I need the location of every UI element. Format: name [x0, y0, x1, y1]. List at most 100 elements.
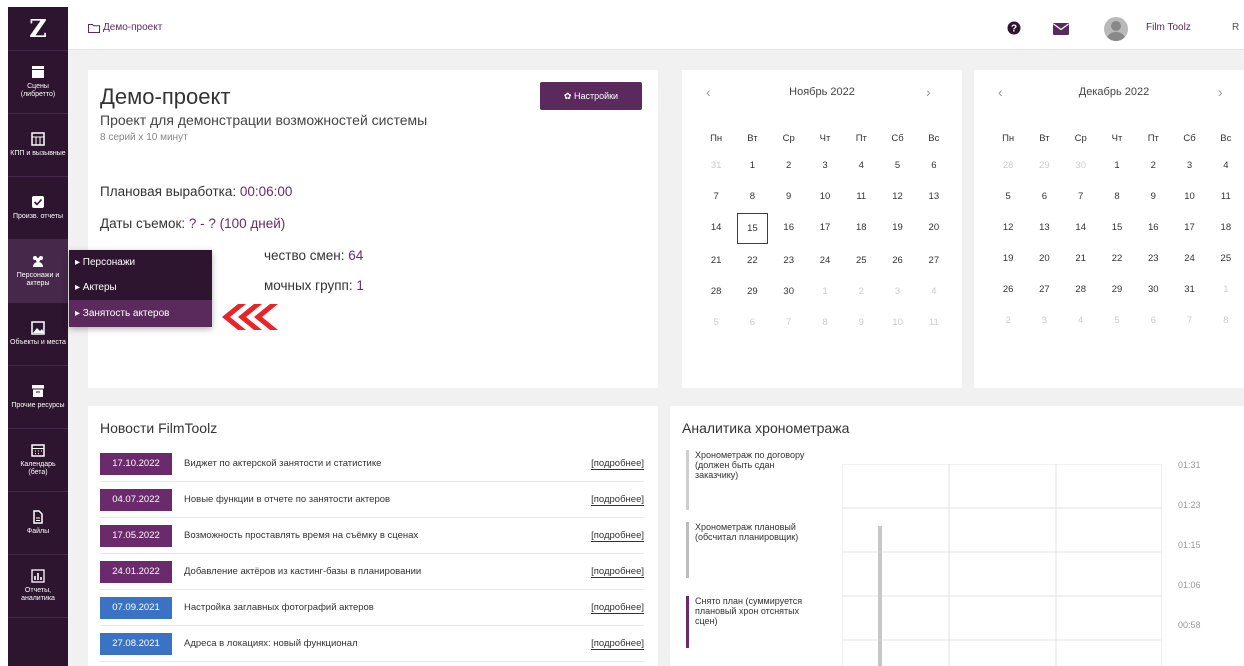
calendar-day[interactable]: 5 — [698, 307, 734, 338]
calendar-day[interactable]: 8 — [734, 181, 770, 212]
sidebar-item[interactable]: Объекты и места — [8, 303, 68, 366]
calendar-day[interactable]: 3 — [1026, 305, 1062, 336]
calendar-day[interactable]: 8 — [1099, 181, 1135, 212]
calendar-day[interactable]: 8 — [807, 307, 843, 338]
calendar-day[interactable]: 10 — [807, 181, 843, 212]
calendar-day[interactable]: 13 — [916, 181, 952, 212]
calendar-day[interactable]: 16 — [1135, 212, 1171, 243]
calendar-day[interactable]: 24 — [1171, 243, 1207, 274]
help-icon[interactable]: ? — [1007, 21, 1021, 35]
chevron-right-icon[interactable]: › — [1218, 84, 1223, 100]
submenu-item-actor-schedule[interactable]: ▸ Занятость актеров — [69, 300, 212, 327]
calendar-day[interactable]: 2 — [771, 150, 807, 181]
submenu-item-characters[interactable]: ▸ Персонажи — [69, 250, 212, 275]
news-more-link[interactable]: [подробнее] — [591, 530, 644, 542]
calendar-day[interactable]: 16 — [771, 212, 807, 243]
calendar-day[interactable]: 5 — [1099, 305, 1135, 336]
calendar-day[interactable]: 1 — [734, 150, 770, 181]
calendar-day[interactable]: 2 — [1135, 150, 1171, 181]
calendar-day[interactable]: 1 — [1099, 150, 1135, 181]
calendar-day[interactable]: 2 — [843, 276, 879, 307]
calendar-day[interactable]: 7 — [1171, 305, 1207, 336]
calendar-day[interactable]: 6 — [1026, 181, 1062, 212]
sidebar-item[interactable]: Прочие ресурсы — [8, 366, 68, 429]
calendar-day[interactable]: 3 — [1171, 150, 1207, 181]
calendar-day[interactable]: 19 — [990, 243, 1026, 274]
avatar[interactable] — [1104, 17, 1128, 41]
calendar-day[interactable]: 11 — [1208, 181, 1244, 212]
calendar-day[interactable]: 28 — [698, 276, 734, 307]
calendar-day[interactable]: 29 — [1026, 150, 1062, 181]
sidebar-item[interactable]: Сцены (либретто) — [8, 51, 68, 114]
news-more-link[interactable]: [подробнее] — [591, 458, 644, 470]
calendar-day[interactable]: 12 — [990, 212, 1026, 243]
calendar-day[interactable]: 14 — [1063, 212, 1099, 243]
sidebar-item[interactable]: Отчеты, аналитика — [8, 555, 68, 618]
mail-icon[interactable] — [1053, 23, 1069, 35]
calendar-day[interactable]: 12 — [879, 181, 915, 212]
calendar-day[interactable]: 5 — [879, 150, 915, 181]
calendar-day[interactable]: 6 — [916, 150, 952, 181]
calendar-day[interactable]: 4 — [843, 150, 879, 181]
calendar-day[interactable]: 23 — [1135, 243, 1171, 274]
calendar-day[interactable]: 29 — [1099, 274, 1135, 305]
news-more-link[interactable]: [подробнее] — [591, 494, 644, 506]
calendar-day[interactable]: 31 — [1171, 274, 1207, 305]
calendar-day[interactable]: 1 — [807, 276, 843, 307]
calendar-day[interactable]: 26 — [879, 245, 915, 276]
news-more-link[interactable]: [подробнее] — [591, 566, 644, 578]
calendar-day[interactable]: 28 — [1063, 274, 1099, 305]
calendar-day[interactable]: 24 — [807, 245, 843, 276]
user-name[interactable]: Film Toolz — [1146, 22, 1191, 33]
calendar-day[interactable]: 22 — [1099, 243, 1135, 274]
calendar-day[interactable]: 18 — [1208, 212, 1244, 243]
settings-button[interactable]: ✿ Настройки — [540, 82, 642, 110]
calendar-day[interactable]: 1 — [1208, 274, 1244, 305]
calendar-day[interactable]: 5 — [990, 181, 1026, 212]
calendar-day[interactable]: 20 — [916, 212, 952, 243]
calendar-day[interactable]: 6 — [1135, 305, 1171, 336]
sidebar-item[interactable]: Персонажи и актеры — [8, 240, 68, 303]
calendar-day[interactable]: 18 — [843, 212, 879, 243]
calendar-day[interactable]: 20 — [1026, 243, 1062, 274]
sidebar-item[interactable]: Произв. отчеты — [8, 177, 68, 240]
language-switch[interactable]: R — [1232, 22, 1239, 33]
calendar-day[interactable]: 6 — [734, 307, 770, 338]
calendar-day[interactable]: 17 — [1171, 212, 1207, 243]
calendar-day[interactable]: 7 — [771, 307, 807, 338]
calendar-day[interactable]: 29 — [734, 276, 770, 307]
submenu-item-actors[interactable]: ▸ Актеры — [69, 275, 212, 300]
calendar-day[interactable]: 15 — [737, 213, 768, 244]
sidebar-item[interactable]: Файлы — [8, 492, 68, 555]
calendar-day[interactable]: 4 — [1208, 150, 1244, 181]
news-more-link[interactable]: [подробнее] — [591, 638, 644, 650]
sidebar-item[interactable]: Календарь (бета) — [8, 429, 68, 492]
calendar-day[interactable]: 11 — [916, 307, 952, 338]
calendar-day[interactable]: 27 — [916, 245, 952, 276]
calendar-day[interactable]: 30 — [1135, 274, 1171, 305]
news-more-link[interactable]: [подробнее] — [591, 602, 644, 614]
calendar-day[interactable]: 10 — [879, 307, 915, 338]
calendar-day[interactable]: 9 — [843, 307, 879, 338]
calendar-day[interactable]: 9 — [1135, 181, 1171, 212]
calendar-day[interactable]: 13 — [1026, 212, 1062, 243]
calendar-day[interactable]: 30 — [771, 276, 807, 307]
app-logo[interactable]: Z — [8, 7, 68, 51]
calendar-day[interactable]: 21 — [1063, 243, 1099, 274]
calendar-day[interactable]: 9 — [771, 181, 807, 212]
calendar-day[interactable]: 22 — [734, 245, 770, 276]
calendar-day[interactable]: 25 — [843, 245, 879, 276]
breadcrumb[interactable]: Демо-проект — [88, 22, 162, 33]
chevron-right-icon[interactable]: › — [926, 84, 931, 100]
calendar-day[interactable]: 21 — [698, 245, 734, 276]
calendar-day[interactable]: 26 — [990, 274, 1026, 305]
calendar-day[interactable]: 7 — [1063, 181, 1099, 212]
calendar-day[interactable]: 31 — [698, 150, 734, 181]
calendar-day[interactable]: 4 — [1063, 305, 1099, 336]
calendar-day[interactable]: 4 — [916, 276, 952, 307]
calendar-day[interactable]: 23 — [771, 245, 807, 276]
calendar-day[interactable]: 15 — [1099, 212, 1135, 243]
calendar-day[interactable]: 2 — [990, 305, 1026, 336]
calendar-day[interactable]: 30 — [1063, 150, 1099, 181]
calendar-day[interactable]: 3 — [879, 276, 915, 307]
